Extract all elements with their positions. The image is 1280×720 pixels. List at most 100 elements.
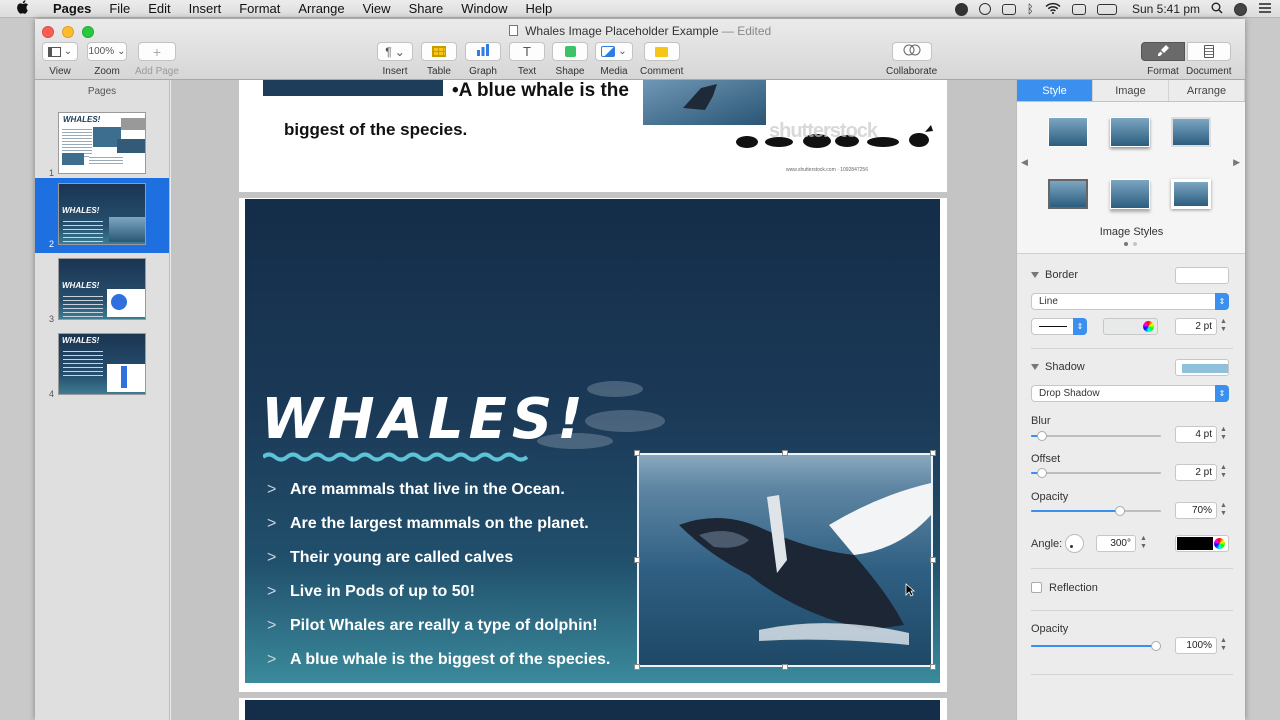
whale-silhouettes-image[interactable]: shutterstock xyxy=(735,120,935,152)
resize-handle[interactable] xyxy=(930,557,936,563)
apple-menu-icon[interactable] xyxy=(0,0,44,17)
page-3[interactable] xyxy=(239,698,947,720)
resize-handle[interactable] xyxy=(782,450,788,456)
shadow-color-well[interactable] xyxy=(1175,535,1229,552)
page-1[interactable]: •A blue whale is the biggest of the spec… xyxy=(239,80,947,192)
menu-edit[interactable]: Edit xyxy=(139,1,179,16)
shadow-type-popup[interactable]: Drop Shadow ⇕ xyxy=(1031,385,1229,402)
shape-button[interactable] xyxy=(552,42,588,61)
tab-image[interactable]: Image xyxy=(1093,80,1169,101)
offset-stepper[interactable]: ▲ ▼ xyxy=(1219,464,1228,481)
menu-window[interactable]: Window xyxy=(452,1,516,16)
shadow-section-header[interactable]: Shadow xyxy=(1031,361,1085,373)
page1-text-line2[interactable]: biggest of the species. xyxy=(284,120,467,140)
page-2[interactable]: WHALES! > Are mammals that live in the Oc… xyxy=(239,198,947,692)
offset-field[interactable]: 2 pt xyxy=(1175,464,1217,481)
battery-icon[interactable] xyxy=(1096,3,1117,15)
border-width-stepper[interactable]: ▲ ▼ xyxy=(1219,318,1228,335)
table-button[interactable] xyxy=(421,42,457,61)
resize-handle[interactable] xyxy=(634,664,640,670)
shadow-opacity-field[interactable]: 70% xyxy=(1175,502,1217,519)
menu-insert[interactable]: Insert xyxy=(180,1,231,16)
opacity-slider[interactable] xyxy=(1031,641,1161,651)
slide-title[interactable]: WHALES! xyxy=(261,387,588,452)
clock[interactable]: Sun 5:41 pm xyxy=(1132,2,1200,16)
page-thumbnail-2[interactable]: WHALES! 2 xyxy=(35,178,169,253)
page-thumbnail-1[interactable]: WHALES! 1 xyxy=(35,107,169,182)
resize-handle[interactable] xyxy=(930,664,936,670)
blur-slider[interactable] xyxy=(1031,431,1161,441)
shadow-opacity-slider[interactable] xyxy=(1031,506,1161,516)
border-style-preview[interactable] xyxy=(1175,267,1229,284)
image-style-swatch[interactable] xyxy=(1048,179,1088,209)
menu-share[interactable]: Share xyxy=(400,1,453,16)
slide-background[interactable]: WHALES! > Are mammals that live in the Oc… xyxy=(245,199,940,683)
tab-arrange[interactable]: Arrange xyxy=(1169,80,1245,101)
border-line-style-popup[interactable]: ⇕ xyxy=(1031,318,1087,335)
page-thumbnail-3[interactable]: WHALES! 3 xyxy=(35,253,169,328)
slider-knob[interactable] xyxy=(1037,431,1047,441)
display-icon[interactable] xyxy=(1071,3,1086,15)
angle-dial[interactable] xyxy=(1065,534,1084,553)
page-thumbnail-4[interactable]: WHALES! 4 xyxy=(35,328,169,403)
search-icon[interactable] xyxy=(1211,2,1223,17)
control-center-icon[interactable] xyxy=(1258,2,1272,17)
slider-knob[interactable] xyxy=(1037,468,1047,478)
user-avatar-icon[interactable] xyxy=(1234,2,1247,16)
zoom-popup[interactable]: 100% ⌄ xyxy=(87,42,127,61)
menu-help[interactable]: Help xyxy=(517,1,562,16)
view-button[interactable]: ⌄ xyxy=(42,42,78,61)
opacity-field[interactable]: 100% xyxy=(1175,637,1217,654)
page1-whale-photo[interactable] xyxy=(643,80,766,125)
image-style-swatch[interactable] xyxy=(1110,117,1150,147)
menu-app-pages[interactable]: Pages xyxy=(44,1,100,16)
image-style-swatch[interactable] xyxy=(1048,117,1088,147)
add-page-button[interactable]: + xyxy=(137,42,176,61)
graph-button[interactable] xyxy=(465,42,501,61)
chevron-right-icon[interactable]: ▶ xyxy=(1233,157,1240,168)
image-style-swatch[interactable] xyxy=(1171,179,1211,209)
menu-file[interactable]: File xyxy=(100,1,139,16)
document-button[interactable] xyxy=(1186,42,1231,61)
border-color-well[interactable] xyxy=(1103,318,1158,335)
bullet-list[interactable]: > Are mammals that live in the Ocean. > Ar… xyxy=(267,473,610,677)
insert-button[interactable]: ¶ ⌄ xyxy=(377,42,413,61)
menu-format[interactable]: Format xyxy=(230,1,289,16)
page-dot[interactable] xyxy=(1133,242,1137,246)
shadow-opacity-stepper[interactable]: ▲ ▼ xyxy=(1219,502,1228,519)
collaborate-button[interactable] xyxy=(891,42,932,61)
menu-arrange[interactable]: Arrange xyxy=(289,1,353,16)
shadow-style-preview[interactable] xyxy=(1175,359,1229,376)
offset-slider[interactable] xyxy=(1031,468,1161,478)
resize-handle[interactable] xyxy=(634,450,640,456)
format-button[interactable] xyxy=(1141,42,1185,61)
blur-field[interactable]: 4 pt xyxy=(1175,426,1217,443)
slider-knob[interactable] xyxy=(1115,506,1125,516)
menu-view[interactable]: View xyxy=(354,1,400,16)
bluetooth-icon[interactable]: ᛒ xyxy=(1027,2,1034,16)
border-type-popup[interactable]: Line ⇕ xyxy=(1031,293,1229,310)
border-width-field[interactable]: 2 pt xyxy=(1175,318,1217,335)
page1-bullet-text[interactable]: •A blue whale is the xyxy=(452,80,629,102)
page-dot-active[interactable] xyxy=(1124,242,1128,246)
image-style-swatch[interactable] xyxy=(1171,117,1211,147)
resize-handle[interactable] xyxy=(634,557,640,563)
chevron-left-icon[interactable]: ◀ xyxy=(1021,157,1028,168)
record-stop-icon[interactable] xyxy=(954,2,968,16)
angle-field[interactable]: 300° xyxy=(1096,535,1136,552)
tab-style[interactable]: Style xyxy=(1017,80,1093,101)
wifi-icon[interactable] xyxy=(1045,2,1061,17)
creative-cloud-icon[interactable] xyxy=(978,3,991,15)
blur-stepper[interactable]: ▲ ▼ xyxy=(1219,426,1228,443)
opacity-stepper[interactable]: ▲ ▼ xyxy=(1219,637,1228,654)
resize-handle[interactable] xyxy=(930,450,936,456)
angle-stepper[interactable]: ▲ ▼ xyxy=(1139,535,1148,552)
border-section-header[interactable]: Border xyxy=(1031,269,1078,281)
resize-handle[interactable] xyxy=(782,664,788,670)
text-button[interactable]: T xyxy=(509,42,545,61)
slider-knob[interactable] xyxy=(1151,641,1161,651)
image-style-swatch[interactable] xyxy=(1110,179,1150,209)
reflection-checkbox[interactable] xyxy=(1031,582,1042,593)
screen-share-icon[interactable] xyxy=(1001,3,1016,15)
whale-photo[interactable] xyxy=(637,453,933,667)
